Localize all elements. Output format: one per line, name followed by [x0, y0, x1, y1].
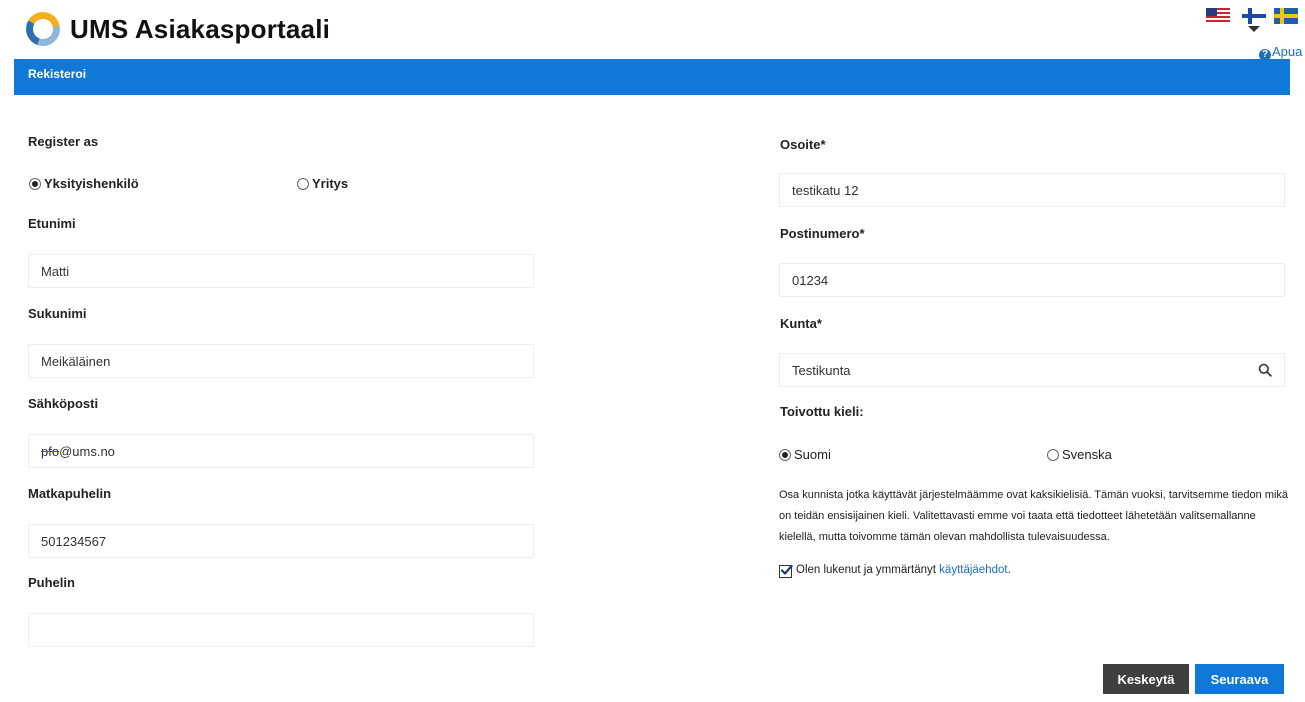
mobile-label: Matkapuhelin: [28, 486, 112, 501]
radio-swedish-indicator[interactable]: [1047, 448, 1059, 461]
address-input[interactable]: [779, 173, 1285, 207]
next-button[interactable]: Seuraava: [1195, 664, 1284, 694]
municipality-input[interactable]: [779, 353, 1285, 387]
radio-finnish-label: Suomi: [794, 447, 831, 462]
flag-fi-icon[interactable]: [1242, 8, 1266, 24]
email-value: @ums.no: [59, 443, 115, 459]
phone-input[interactable]: [28, 613, 534, 647]
terms-text: Olen lukenut ja ymmärtänyt: [796, 564, 940, 576]
terms-link[interactable]: käyttäjäehdot: [939, 564, 1007, 576]
ums-logo-icon: [26, 12, 60, 46]
terms-checkbox[interactable]: [779, 564, 793, 578]
app-title: UMS Asiakasportaali: [70, 14, 331, 44]
address-label: Osoite*: [780, 137, 826, 152]
last-name-label: Sukunimi: [28, 306, 87, 321]
selected-language-caret-icon: [1248, 26, 1260, 32]
last-name-input[interactable]: [28, 344, 534, 378]
radio-language-finnish[interactable]: Suomi: [779, 447, 831, 462]
help-label: Apua: [1272, 44, 1303, 59]
radio-company-indicator[interactable]: [297, 177, 309, 190]
radio-swedish-label: Svenska: [1062, 447, 1112, 462]
radio-private-person[interactable]: Yksityishenkilö: [29, 176, 139, 191]
terms-period: .: [1007, 564, 1011, 576]
radio-company[interactable]: Yritys: [297, 176, 348, 191]
first-name-label: Etunimi: [28, 216, 76, 231]
municipality-label: Kunta*: [780, 316, 822, 331]
phone-label: Puhelin: [28, 575, 75, 590]
section-header-bar: [14, 59, 1290, 95]
radio-company-label: Yritys: [312, 176, 349, 191]
email-input[interactable]: pfo @ums.no: [28, 434, 534, 468]
radio-private-indicator[interactable]: [29, 177, 41, 190]
flag-us-icon[interactable]: [1206, 8, 1230, 24]
register-as-label: Register as: [28, 134, 99, 149]
municipality-search-button[interactable]: [1246, 353, 1284, 387]
postal-code-input[interactable]: [779, 263, 1285, 297]
cancel-button[interactable]: Keskeytä: [1103, 664, 1189, 694]
language-info-text: Osa kunnista jotka käyttävät järjestelmä…: [779, 489, 1289, 543]
first-name-input[interactable]: [28, 254, 534, 288]
terms-label: Olen lukenut ja ymmärtänyt käyttäjäehdot…: [796, 564, 1011, 576]
radio-private-label: Yksityishenkilö: [44, 176, 139, 191]
checkmark-icon: [780, 564, 793, 575]
radio-finnish-indicator[interactable]: [779, 448, 791, 461]
flag-se-icon[interactable]: [1274, 8, 1298, 24]
email-redacted-prefix: pfo: [41, 443, 60, 459]
section-title: Rekisteroi: [28, 67, 87, 81]
radio-language-swedish[interactable]: Svenska: [1047, 447, 1112, 462]
email-label: Sähköposti: [28, 396, 99, 411]
search-icon: [1258, 363, 1272, 377]
language-label: Toivottu kieli:: [780, 404, 864, 419]
mobile-input[interactable]: [28, 524, 534, 558]
postal-code-label: Postinumero*: [780, 226, 865, 241]
